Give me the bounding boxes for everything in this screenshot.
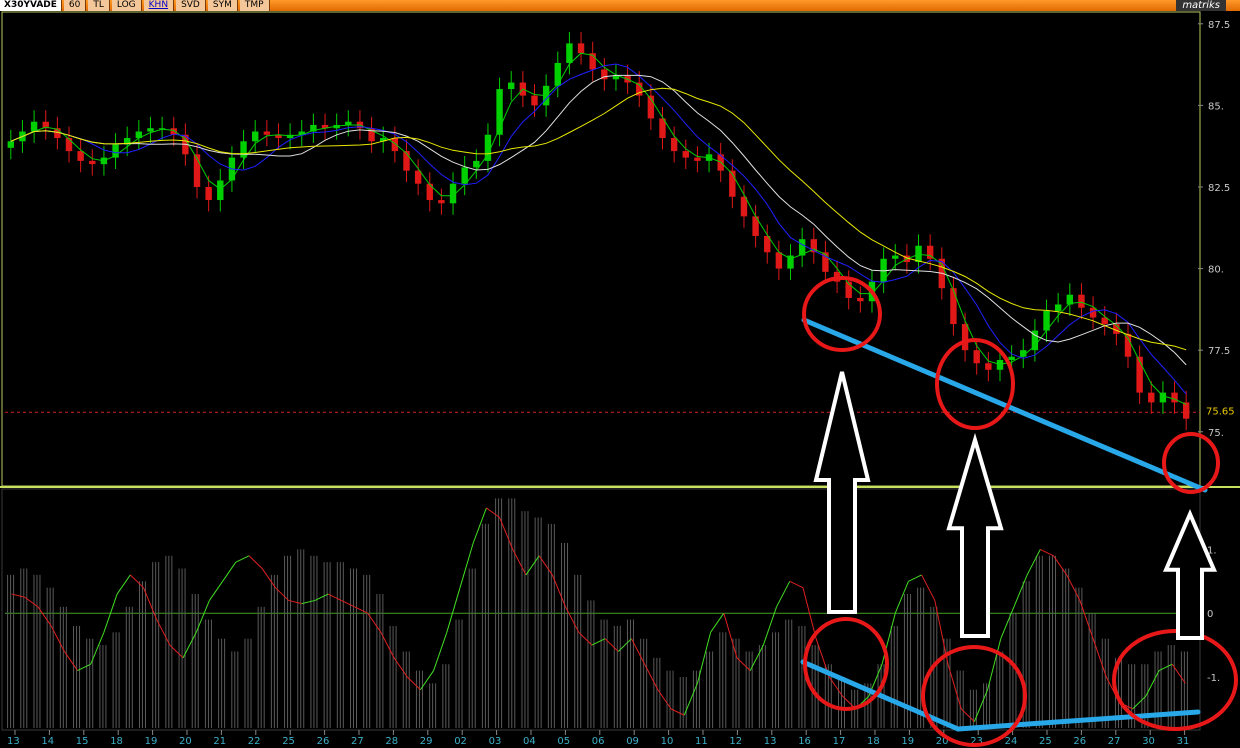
chart-toolbar: X30YVADE 60 TL LOG KHN SVD SYM TMP <box>0 0 1240 11</box>
time-tick-label: 14 <box>41 736 54 747</box>
time-tick-label: 05 <box>557 736 570 747</box>
time-tick-label: 19 <box>901 736 914 747</box>
time-tick-label: 22 <box>248 736 261 747</box>
time-tick-label: 21 <box>213 736 226 747</box>
toolbar-item-tl[interactable]: TL <box>88 0 110 11</box>
time-tick-label: 17 <box>833 736 846 747</box>
time-tick-label: 18 <box>867 736 880 747</box>
toolbar-item-period[interactable]: 60 <box>63 0 87 11</box>
price-tick-label: 85. <box>1208 101 1224 112</box>
time-tick-label: 09 <box>626 736 639 747</box>
time-tick-label: 02 <box>454 736 467 747</box>
time-tick-label: 15 <box>76 736 89 747</box>
matriks-logo: matriks <box>1176 0 1226 11</box>
toolbar-item-svd[interactable]: SVD <box>176 0 206 11</box>
time-tick-label: 13 <box>7 736 20 747</box>
time-tick-label: 11 <box>695 736 708 747</box>
indicator-tick-label: -1. <box>1207 673 1220 684</box>
time-tick-label: 26 <box>1073 736 1086 747</box>
time-tick-label: 13 <box>764 736 777 747</box>
time-tick-label: 26 <box>317 736 330 747</box>
price-tick-label: 80. <box>1208 265 1224 276</box>
price-tick-label: 75. <box>1208 428 1224 439</box>
price-tick-label: 87.5 <box>1208 20 1230 31</box>
chart-canvas[interactable]: 87.585.82.580.77.575.75.65 1.0-1. 13 14 15… <box>0 0 1240 748</box>
time-tick-label: 25 <box>282 736 295 747</box>
time-tick-label: 03 <box>489 736 502 747</box>
toolbar-item-sym[interactable]: SYM <box>207 0 238 11</box>
time-tick-label: 20 <box>179 736 192 747</box>
time-tick-label: 12 <box>729 736 742 747</box>
time-tick-label: 29 <box>420 736 433 747</box>
time-tick-label: 19 <box>145 736 158 747</box>
time-tick-label: 06 <box>592 736 605 747</box>
toolbar-item-khn[interactable]: KHN <box>143 0 175 11</box>
time-tick-label: 18 <box>110 736 123 747</box>
time-tick-label: 30 <box>1142 736 1155 747</box>
time-tick-label: 04 <box>523 736 536 747</box>
indicator-tick-label: 0 <box>1207 609 1213 620</box>
time-tick-label: 31 <box>1177 736 1190 747</box>
toolbar-item-log[interactable]: LOG <box>111 0 142 11</box>
time-tick-label: 27 <box>351 736 364 747</box>
time-tick-label: 16 <box>798 736 811 747</box>
time-tick-label: 10 <box>661 736 674 747</box>
last-price-label: 75.65 <box>1206 407 1235 418</box>
symbol-label[interactable]: X30YVADE <box>0 0 62 11</box>
time-tick-label: 24 <box>1005 736 1018 747</box>
price-tick-label: 77.5 <box>1208 346 1230 357</box>
time-tick-label: 25 <box>1039 736 1052 747</box>
time-tick-label: 28 <box>385 736 398 747</box>
time-tick-label: 27 <box>1108 736 1121 747</box>
toolbar-item-tmp[interactable]: TMP <box>239 0 270 11</box>
price-tick-label: 82.5 <box>1208 183 1230 194</box>
